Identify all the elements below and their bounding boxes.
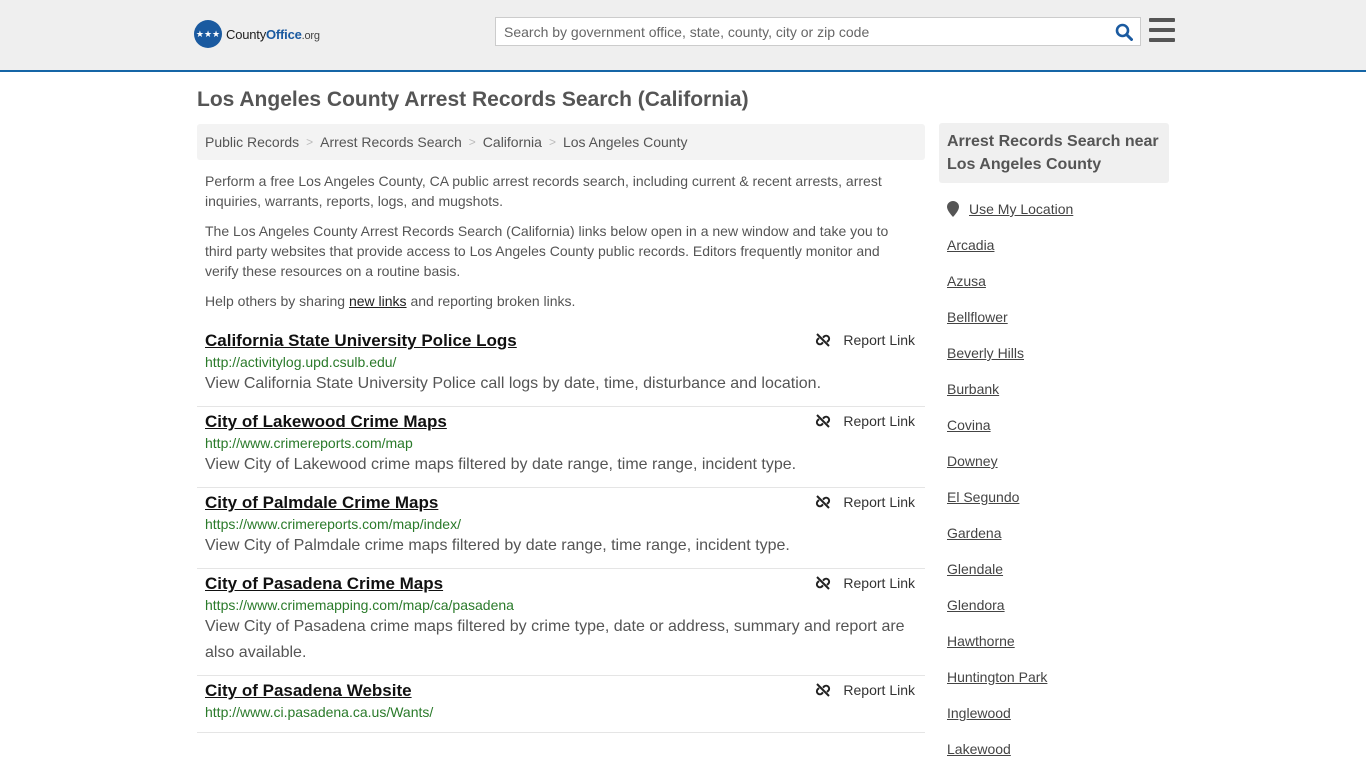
breadcrumb-separator: > bbox=[306, 135, 314, 149]
listing-description: View City of Pasadena crime maps filtere… bbox=[205, 618, 905, 661]
map-pin-icon bbox=[947, 201, 959, 217]
breadcrumb-california[interactable]: California bbox=[483, 134, 542, 150]
intro-paragraph-2: The Los Angeles County Arrest Records Se… bbox=[205, 223, 889, 279]
report-link-label: Report Link bbox=[843, 682, 915, 698]
listings: California State University Police Logs … bbox=[197, 326, 925, 733]
site-logo[interactable]: ★★★ CountyOffice.org bbox=[194, 20, 320, 48]
logo-text: CountyOffice.org bbox=[226, 26, 320, 42]
report-link-button[interactable]: Report Link bbox=[815, 332, 915, 348]
report-link-label: Report Link bbox=[843, 575, 915, 591]
search-bar bbox=[495, 17, 1141, 46]
nearby-city-link[interactable]: El Segundo bbox=[947, 487, 1169, 523]
report-link-button[interactable]: Report Link bbox=[815, 494, 915, 510]
listing-url[interactable]: http://activitylog.upd.csulb.edu/ bbox=[205, 351, 917, 373]
nearby-city-link[interactable]: Azusa bbox=[947, 271, 1169, 307]
broken-link-icon bbox=[816, 495, 831, 509]
listing-item: City of Palmdale Crime Maps Report Link … bbox=[197, 488, 925, 569]
listing-url[interactable]: https://www.crimereports.com/map/index/ bbox=[205, 513, 917, 535]
nearby-city-link[interactable]: Inglewood bbox=[947, 703, 1169, 739]
nearby-city-link[interactable]: Glendale bbox=[947, 559, 1169, 595]
use-my-location-link[interactable]: Use My Location bbox=[969, 201, 1073, 217]
listing-title-link[interactable]: California State University Police Logs bbox=[205, 331, 517, 351]
nearby-list: Use My Location Arcadia Azusa Bellflower Be… bbox=[939, 199, 1169, 775]
intro-paragraph-3: Help others by sharing new links and rep… bbox=[205, 293, 576, 309]
listing-url[interactable]: https://www.crimemapping.com/map/ca/pasa… bbox=[205, 594, 917, 616]
intro-text: Perform a free Los Angeles County, CA pu… bbox=[205, 171, 917, 321]
intro-paragraph-1: Perform a free Los Angeles County, CA pu… bbox=[205, 173, 882, 209]
report-link-button[interactable]: Report Link bbox=[815, 682, 915, 698]
broken-link-icon bbox=[816, 683, 831, 697]
report-link-button[interactable]: Report Link bbox=[815, 413, 915, 429]
listing-url[interactable]: http://www.ci.pasadena.ca.us/Wants/ bbox=[205, 701, 917, 723]
nearby-city-link[interactable]: Burbank bbox=[947, 379, 1169, 415]
use-location[interactable]: Use My Location bbox=[947, 199, 1169, 219]
listing-item: City of Pasadena Website Report Link htt… bbox=[197, 676, 925, 733]
broken-link-icon bbox=[816, 576, 831, 590]
listing-title-link[interactable]: City of Palmdale Crime Maps bbox=[205, 493, 438, 513]
sidebar: Arrest Records Search near Los Angeles C… bbox=[939, 123, 1169, 775]
broken-link-icon bbox=[816, 333, 831, 347]
report-link-button[interactable]: Report Link bbox=[815, 575, 915, 591]
sidebar-heading: Arrest Records Search near Los Angeles C… bbox=[939, 123, 1169, 183]
report-link-label: Report Link bbox=[843, 413, 915, 429]
listing-description: View California State University Police … bbox=[205, 375, 822, 392]
search-icon bbox=[1115, 23, 1133, 41]
nearby-city-link[interactable]: Hawthorne bbox=[947, 631, 1169, 667]
breadcrumb-separator: > bbox=[468, 135, 476, 149]
nearby-city-link[interactable]: Beverly Hills bbox=[947, 343, 1169, 379]
search-input[interactable] bbox=[496, 18, 1108, 45]
listing-url[interactable]: http://www.crimereports.com/map bbox=[205, 432, 917, 454]
hamburger-menu-icon[interactable] bbox=[1149, 18, 1175, 42]
nearby-city-link[interactable]: Bellflower bbox=[947, 307, 1169, 343]
nearby-city-link[interactable]: Lakewood bbox=[947, 739, 1169, 775]
report-link-label: Report Link bbox=[843, 332, 915, 348]
listing-title-link[interactable]: City of Pasadena Website bbox=[205, 681, 412, 701]
report-link-label: Report Link bbox=[843, 494, 915, 510]
breadcrumb-los-angeles-county[interactable]: Los Angeles County bbox=[563, 134, 688, 150]
search-button[interactable] bbox=[1108, 18, 1140, 45]
listing-item: California State University Police Logs … bbox=[197, 326, 925, 407]
page-title: Los Angeles County Arrest Records Search… bbox=[197, 88, 749, 111]
listing-item: City of Lakewood Crime Maps Report Link … bbox=[197, 407, 925, 488]
nearby-city-link[interactable]: Covina bbox=[947, 415, 1169, 451]
listing-title-link[interactable]: City of Pasadena Crime Maps bbox=[205, 574, 443, 594]
breadcrumb-arrest-records[interactable]: Arrest Records Search bbox=[320, 134, 462, 150]
eagle-icon: ★★★ bbox=[194, 20, 222, 48]
nearby-city-link[interactable]: Arcadia bbox=[947, 235, 1169, 271]
breadcrumb: Public Records > Arrest Records Search > C… bbox=[197, 124, 925, 160]
listing-item: City of Pasadena Crime Maps Report Link … bbox=[197, 569, 925, 676]
nearby-city-link[interactable]: Downey bbox=[947, 451, 1169, 487]
broken-link-icon bbox=[816, 414, 831, 428]
breadcrumb-public-records[interactable]: Public Records bbox=[205, 134, 299, 150]
breadcrumb-separator: > bbox=[548, 135, 556, 149]
nearby-city-link[interactable]: Gardena bbox=[947, 523, 1169, 559]
nearby-city-link[interactable]: Huntington Park bbox=[947, 667, 1169, 703]
nearby-city-link[interactable]: Glendora bbox=[947, 595, 1169, 631]
site-header: ★★★ CountyOffice.org bbox=[0, 0, 1366, 72]
listing-description: View City of Palmdale crime maps filtere… bbox=[205, 537, 790, 554]
listing-title-link[interactable]: City of Lakewood Crime Maps bbox=[205, 412, 447, 432]
new-links-link[interactable]: new links bbox=[349, 293, 407, 309]
listing-description: View City of Lakewood crime maps filtere… bbox=[205, 456, 797, 473]
